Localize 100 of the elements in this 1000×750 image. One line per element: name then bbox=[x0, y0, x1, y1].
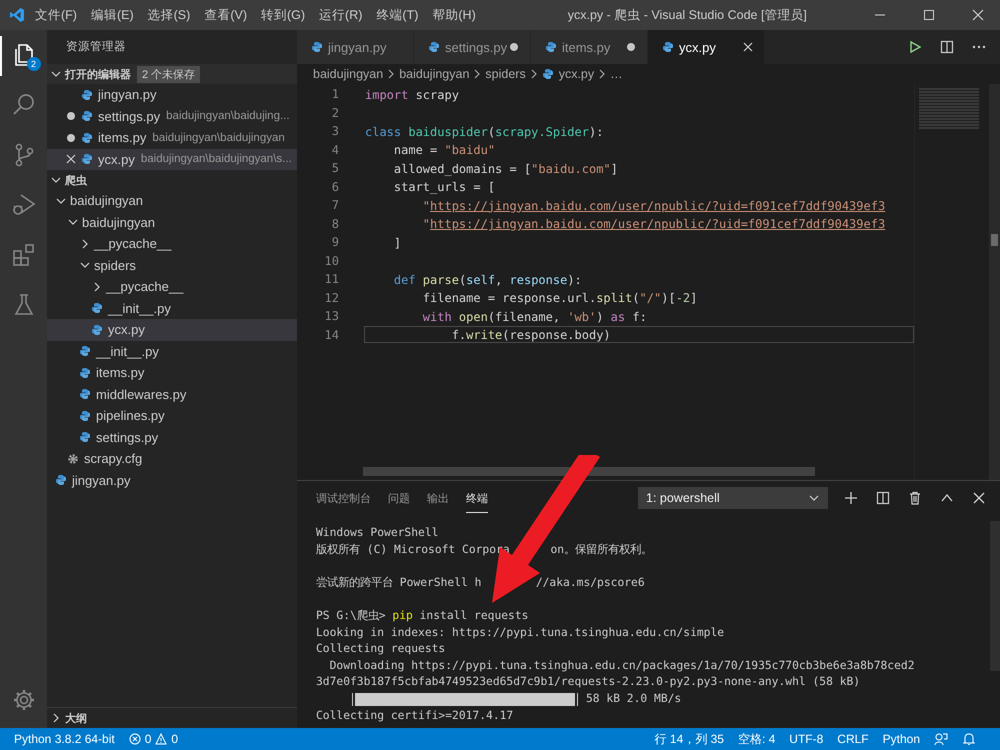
panel-tab[interactable]: 调试控制台 bbox=[316, 484, 371, 512]
file-name: jingyan.py bbox=[72, 472, 131, 488]
editor-tab[interactable]: settings.py bbox=[414, 30, 531, 64]
menu-item[interactable]: 选择(S) bbox=[148, 6, 190, 24]
python-file-icon bbox=[81, 153, 93, 166]
section-header[interactable]: 大纲 bbox=[65, 710, 87, 726]
line-number: 10 bbox=[324, 254, 339, 268]
python-file-icon bbox=[81, 88, 93, 101]
terminal-line: Looking in indexes: https://pypi.tuna.tsinghua.edu.cn/simple bbox=[316, 624, 726, 641]
split-editor-icon[interactable] bbox=[940, 40, 954, 54]
tree-item[interactable]: __pycache__ bbox=[47, 233, 297, 254]
close-icon[interactable] bbox=[972, 491, 986, 505]
line-number: 13 bbox=[324, 309, 339, 324]
maximize-icon[interactable] bbox=[923, 9, 935, 21]
open-editor-item[interactable]: ycx.py baidujingyan\baidujingyan\s... bbox=[47, 148, 297, 170]
menu-item[interactable]: 终端(T) bbox=[376, 6, 418, 24]
panel-tab[interactable]: 输出 bbox=[427, 484, 449, 512]
section-header[interactable]: 打开的编辑器 bbox=[65, 66, 131, 82]
status-item[interactable]: 空格: 4 bbox=[738, 730, 776, 748]
extensions-icon[interactable] bbox=[10, 242, 36, 268]
python-file-icon bbox=[545, 41, 557, 53]
breadcrumb-item[interactable]: baidujingyan bbox=[313, 67, 384, 81]
file-name: baidujingyan bbox=[82, 214, 156, 230]
editor-tab[interactable]: ycx.py bbox=[648, 30, 765, 64]
panel-tab[interactable]: 问题 bbox=[388, 484, 410, 512]
open-editor-item[interactable]: jingyan.py bbox=[47, 84, 297, 106]
menu-item[interactable]: 编辑(E) bbox=[90, 6, 134, 24]
tree-item[interactable]: spiders bbox=[47, 254, 297, 276]
close-icon[interactable] bbox=[972, 9, 984, 21]
file-name: items.py bbox=[96, 365, 144, 380]
line-number: 14 bbox=[324, 328, 339, 342]
close-icon[interactable] bbox=[66, 154, 76, 164]
tree-item[interactable]: pipelines.py bbox=[47, 405, 297, 426]
menu-item[interactable]: 转到(G) bbox=[260, 6, 306, 24]
open-editor-item[interactable]: items.py baidujingyan\baidujingyan bbox=[47, 127, 297, 148]
python-file-icon bbox=[91, 324, 103, 336]
scrollbar[interactable] bbox=[989, 84, 1000, 480]
line-number: 7 bbox=[330, 198, 339, 212]
python-interpreter[interactable]: Python 3.8.2 64-bit bbox=[14, 732, 115, 746]
terminal-line: Collecting certifi>=2017.4.17 bbox=[316, 708, 514, 724]
tree-item[interactable]: baidujingyan bbox=[47, 190, 297, 212]
tree-item[interactable]: __pycache__ bbox=[47, 276, 297, 298]
code-line: allowed_domains = ["baidu.com"] bbox=[392, 160, 619, 177]
status-item[interactable]: Python bbox=[882, 732, 920, 746]
sidebar-title: 资源管理器 bbox=[65, 40, 127, 55]
editor-tab[interactable]: jingyan.py bbox=[297, 30, 414, 64]
breadcrumb-item[interactable]: ycx.py bbox=[558, 67, 594, 81]
section-header[interactable]: 爬虫 bbox=[65, 172, 87, 188]
settings-icon[interactable] bbox=[12, 688, 36, 712]
tree-item[interactable]: baidujingyan bbox=[47, 212, 297, 233]
status-item[interactable]: CRLF bbox=[837, 732, 869, 746]
file-name: middlewares.py bbox=[96, 386, 186, 402]
menu-item[interactable]: 查看(V) bbox=[204, 6, 247, 24]
python-file-icon bbox=[79, 410, 91, 422]
bell-icon[interactable] bbox=[962, 732, 976, 746]
file-path: baidujingyan\baidujing... bbox=[166, 110, 290, 122]
window-title: ycx.py - 爬虫 - Visual Studio Code [管理员] bbox=[568, 6, 807, 24]
split-terminal-icon[interactable] bbox=[876, 491, 890, 505]
tree-item[interactable]: __init__.py bbox=[47, 298, 297, 319]
menu-item[interactable]: 文件(F) bbox=[35, 6, 77, 24]
tree-item[interactable]: settings.py bbox=[47, 426, 297, 448]
feedback-icon[interactable] bbox=[934, 732, 948, 746]
tree-item[interactable]: __init__.py bbox=[47, 340, 297, 362]
close-icon[interactable] bbox=[743, 42, 753, 52]
plus-icon[interactable] bbox=[844, 491, 858, 505]
run-icon[interactable] bbox=[908, 40, 922, 54]
code-line: class baiduspider(scrapy.Spider): bbox=[364, 124, 604, 140]
breadcrumb-item[interactable]: … bbox=[610, 67, 623, 81]
breadcrumb-item[interactable]: baidujingyan bbox=[399, 67, 470, 81]
status-item[interactable]: 行 14，列 35 bbox=[654, 730, 724, 748]
download-speed: 58 kB 2.0 MB/s bbox=[586, 690, 682, 707]
tree-item[interactable]: items.py bbox=[47, 362, 297, 384]
panel-tab[interactable]: 终端 bbox=[466, 484, 488, 512]
scrollbar[interactable] bbox=[363, 467, 815, 476]
menu-item[interactable]: 帮助(H) bbox=[432, 6, 476, 24]
tree-item[interactable]: jingyan.py bbox=[47, 470, 297, 491]
line-number: 9 bbox=[330, 235, 339, 250]
file-name: baidujingyan bbox=[70, 193, 144, 208]
status-item[interactable]: UTF-8 bbox=[789, 732, 824, 746]
menu-item[interactable]: 运行(R) bbox=[319, 6, 362, 24]
code-line: import scrapy bbox=[364, 86, 460, 103]
trash-icon[interactable] bbox=[908, 491, 922, 505]
terminal-line: Downloading https://pypi.tuna.tsinghua.edu.cn/packages/1a/70/1935c770cb3be6e3a8b78ced2 bbox=[328, 658, 916, 674]
tree-item[interactable]: scrapy.cfg bbox=[47, 448, 297, 470]
line-number: 11 bbox=[324, 272, 339, 286]
line-number: 12 bbox=[324, 290, 339, 305]
file-name: items.py bbox=[98, 130, 146, 146]
file-name: spiders bbox=[94, 258, 136, 273]
line-number: 1 bbox=[330, 87, 339, 102]
breadcrumb-item[interactable]: spiders bbox=[485, 67, 526, 81]
editor-tab[interactable]: items.py bbox=[531, 30, 648, 64]
tree-item[interactable]: middlewares.py bbox=[47, 384, 297, 405]
open-editor-item[interactable]: settings.py baidujingyan\baidujing... bbox=[47, 106, 297, 127]
file-name: __pycache__ bbox=[106, 279, 184, 294]
terminal-dropdown[interactable]: 1: powershell bbox=[638, 487, 828, 509]
problems-indicator[interactable]: 0 0 bbox=[128, 732, 178, 746]
tree-item[interactable]: ycx.py bbox=[47, 319, 297, 340]
more-icon[interactable] bbox=[972, 45, 986, 49]
code-line: ] bbox=[392, 234, 402, 251]
terminal-line: 3d7e0f3b187f5cbfab4749523ed65d7c9b1/requests-2.23.0-py2.py3-none-any.whl (58 kB) bbox=[316, 674, 862, 690]
